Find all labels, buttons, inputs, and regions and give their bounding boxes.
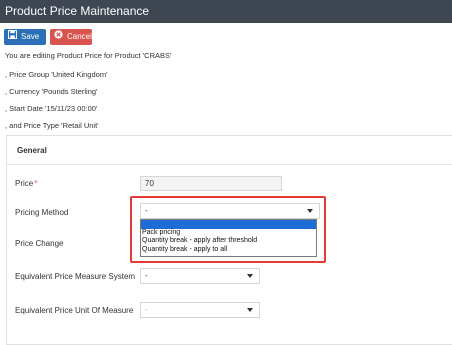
info-line-product: You are editing Product Price for Produc…	[5, 51, 172, 60]
info-line-currency: , Currency 'Pounds Sterling'	[5, 87, 98, 96]
price-change-label: Price Change	[15, 239, 64, 248]
dropdown-option-qty-break-threshold[interactable]: Quantity break - apply after threshold	[141, 237, 316, 246]
cancel-button[interactable]: Cancel	[50, 29, 92, 45]
window-title: Product Price Maintenance	[0, 0, 452, 23]
dropdown-option-blank[interactable]	[141, 220, 316, 229]
info-line-price-group: , Price Group 'United Kingdom'	[5, 70, 108, 79]
info-line-price-type: , and Price Type 'Retail Unit'	[5, 121, 99, 130]
price-input[interactable]: 70	[140, 176, 282, 191]
dropdown-option-pack-pricing[interactable]: Pack pricing	[141, 229, 316, 238]
required-mark: *	[34, 179, 38, 188]
info-line-start-date: , Start Date '15/11/23 00:00'	[5, 104, 98, 113]
cancel-icon	[54, 29, 63, 45]
pricing-method-dropdown[interactable]: Pack pricing Quantity break - apply afte…	[140, 219, 317, 257]
eq-measure-system-value: -	[145, 271, 148, 280]
price-label: Price*	[15, 179, 37, 188]
cancel-button-label: Cancel	[67, 32, 92, 42]
price-label-text: Price	[15, 179, 34, 188]
eq-unit-select[interactable]: -	[140, 302, 260, 318]
eq-measure-system-label: Equivalent Price Measure System	[15, 272, 136, 281]
pricing-method-label: Pricing Method	[15, 208, 69, 217]
eq-measure-system-select[interactable]: -	[140, 268, 260, 284]
eq-unit-value: -	[145, 305, 148, 314]
chevron-down-icon	[247, 308, 253, 312]
save-icon	[7, 29, 18, 45]
eq-unit-label: Equivalent Price Unit Of Measure	[15, 306, 134, 315]
dropdown-option-qty-break-all[interactable]: Quantity break - apply to all	[141, 246, 316, 255]
chevron-down-icon	[247, 274, 253, 278]
section-divider	[7, 164, 452, 165]
section-title: General	[17, 146, 47, 155]
save-button[interactable]: Save	[4, 29, 46, 45]
save-button-label: Save	[21, 32, 40, 42]
